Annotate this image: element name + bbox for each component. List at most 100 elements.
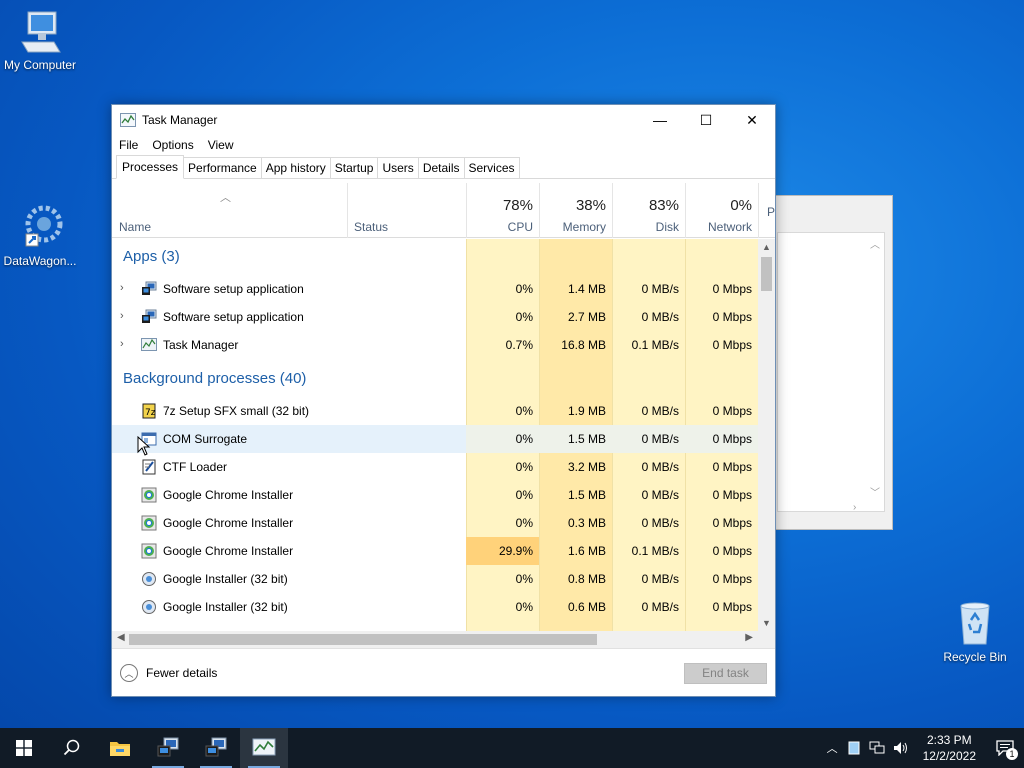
chevron-right-icon[interactable]: › xyxy=(120,282,124,294)
cell-network: 0 Mbps xyxy=(712,310,752,324)
title-bar[interactable]: Task Manager — ☐ ✕ xyxy=(112,105,775,135)
fewer-details-label: Fewer details xyxy=(146,666,218,680)
cell-disk: 0.1 MB/s xyxy=(631,544,679,558)
tab-users[interactable]: Users xyxy=(377,157,419,178)
process-name: 7z Setup SFX small (32 bit) xyxy=(163,404,310,418)
clock[interactable]: 2:33 PM 12/2/2022 xyxy=(923,732,976,764)
scroll-down-icon[interactable]: ﹀ xyxy=(870,484,880,499)
taskbar-task-manager[interactable] xyxy=(240,728,288,768)
tab-services[interactable]: Services xyxy=(463,157,520,178)
menu-bar: File Options View xyxy=(112,135,775,155)
desktop-icon-my-computer[interactable]: My Computer xyxy=(0,8,80,72)
table-row[interactable]: Google Chrome Installer 0% 1.5 MB 0 MB/s 0 M… xyxy=(112,481,758,509)
tab-processes[interactable]: Processes xyxy=(116,155,185,179)
cell-cpu: 0% xyxy=(515,572,533,586)
process-icon xyxy=(141,459,157,475)
show-hidden-icons-icon[interactable]: ︿ xyxy=(827,740,838,756)
column-header-name[interactable]: ︿ Name xyxy=(112,183,347,238)
scroll-right-icon[interactable]: ▶ xyxy=(745,632,753,643)
window-title: Task Manager xyxy=(142,113,218,127)
volume-icon[interactable] xyxy=(893,741,909,755)
cell-cpu: 0% xyxy=(515,600,533,614)
table-row[interactable]: › Task Manager 0.7% 16.8 MB 0.1 MB/s 0 Mbps xyxy=(112,331,758,359)
footer: ︿ Fewer details End task xyxy=(112,648,775,696)
vertical-scrollbar[interactable]: ▲ ▼ xyxy=(758,239,775,631)
start-button[interactable] xyxy=(0,728,48,768)
search-button[interactable] xyxy=(48,728,96,768)
maximize-button[interactable]: ☐ xyxy=(683,105,729,135)
menu-options[interactable]: Options xyxy=(152,138,193,152)
taskbar-setup-app-2[interactable] xyxy=(192,728,240,768)
column-header-cpu[interactable]: 78% CPU xyxy=(466,183,539,238)
cell-cpu: 0% xyxy=(515,460,533,474)
process-icon xyxy=(141,281,157,297)
table-row[interactable]: › Software setup application 0% 2.7 MB 0 MB/… xyxy=(112,303,758,331)
tablet-icon[interactable] xyxy=(847,741,861,755)
process-name: Software setup application xyxy=(163,310,304,324)
menu-view[interactable]: View xyxy=(208,138,234,152)
group-apps[interactable]: Apps (3) xyxy=(112,239,758,275)
cell-disk: 0 MB/s xyxy=(641,572,679,586)
chevron-right-icon[interactable]: › xyxy=(120,310,124,322)
table-row[interactable]: CTF Loader 0% 3.2 MB 0 MB/s 0 Mbps xyxy=(112,453,758,481)
menu-file[interactable]: File xyxy=(119,138,138,152)
tab-startup[interactable]: Startup xyxy=(329,157,379,178)
process-icon: 7z xyxy=(141,403,157,419)
cell-memory: 3.2 MB xyxy=(567,460,606,474)
scroll-down-icon[interactable]: ▼ xyxy=(758,618,775,628)
table-row[interactable]: Google Chrome Installer 0% 0.3 MB 0 MB/s 0 M… xyxy=(112,509,758,537)
scroll-right-icon[interactable]: › xyxy=(853,502,856,513)
close-button[interactable]: ✕ xyxy=(729,105,775,135)
background-window[interactable]: ︿ ﹀ › xyxy=(772,195,893,530)
task-manager-icon xyxy=(120,113,136,127)
cell-memory: 0.3 MB xyxy=(567,516,606,530)
column-header-status[interactable]: Status xyxy=(347,183,466,238)
column-header-network[interactable]: 0% Network xyxy=(685,183,758,238)
desktop-icon-recycle-bin[interactable]: Recycle Bin xyxy=(935,600,1015,664)
horizontal-scrollbar[interactable]: ◀ ▶ xyxy=(112,631,758,648)
search-icon xyxy=(63,739,80,756)
taskbar-setup-app-1[interactable] xyxy=(144,728,192,768)
tab-app-history[interactable]: App history xyxy=(260,157,331,178)
process-icon xyxy=(141,515,157,531)
cell-cpu: 0% xyxy=(515,516,533,530)
fewer-details-button[interactable]: ︿ Fewer details xyxy=(120,664,217,682)
scroll-left-icon[interactable]: ◀ xyxy=(117,632,125,643)
system-tray: ︿ 2:33 PM 12/2/2022 1 xyxy=(822,728,1024,768)
table-row[interactable]: › Software setup application 0% 1.4 MB 0 MB/… xyxy=(112,275,758,303)
table-row[interactable]: Google Installer (32 bit) 0% 0.6 MB 0 MB/s 0… xyxy=(112,593,758,621)
scroll-up-icon[interactable]: ︿ xyxy=(870,236,880,251)
cell-cpu: 29.9% xyxy=(466,537,539,565)
scroll-up-icon[interactable]: ▲ xyxy=(758,242,775,252)
taskbar-file-explorer[interactable] xyxy=(96,728,144,768)
scroll-thumb[interactable] xyxy=(761,257,772,291)
process-icon xyxy=(141,571,157,587)
desktop-icon-datawagon[interactable]: DataWagon... xyxy=(0,204,80,268)
table-row[interactable]: Google Installer (32 bit) 0% 0.8 MB 0 MB/s 0… xyxy=(112,565,758,593)
end-task-button[interactable]: End task xyxy=(684,663,767,684)
cell-disk: 0 MB/s xyxy=(612,425,685,453)
cell-network: 0 Mbps xyxy=(712,516,752,530)
task-manager-window[interactable]: Task Manager — ☐ ✕ File Options View Pro… xyxy=(111,104,776,697)
table-row[interactable]: COM Surrogate 0% 1.5 MB 0 MB/s 0 Mbps xyxy=(112,425,758,453)
minimize-button[interactable]: — xyxy=(637,105,683,135)
process-icon xyxy=(141,599,157,615)
cell-cpu: 0% xyxy=(515,282,533,296)
scroll-thumb[interactable] xyxy=(129,634,597,645)
notifications-button[interactable]: 1 xyxy=(990,728,1020,768)
column-header-disk[interactable]: 83% Disk xyxy=(612,183,685,238)
table-row[interactable]: 7z 7z Setup SFX small (32 bit) 0% 1.9 MB 0 M… xyxy=(112,397,758,425)
chevron-right-icon[interactable]: › xyxy=(120,338,124,350)
recycle-bin-icon xyxy=(951,600,999,648)
svg-text:7z: 7z xyxy=(145,408,156,418)
cell-memory: 1.9 MB xyxy=(567,404,606,418)
network-icon[interactable] xyxy=(869,741,885,755)
table-row[interactable]: Google Chrome Installer 29.9% 1.6 MB 0.1 MB… xyxy=(112,537,758,565)
cell-cpu: 0% xyxy=(515,310,533,324)
tab-details[interactable]: Details xyxy=(417,157,465,178)
cell-cpu: 0.7% xyxy=(505,338,533,352)
column-header-memory[interactable]: 38% Memory xyxy=(539,183,612,238)
column-header-power[interactable]: P xyxy=(758,183,778,238)
group-background-processes[interactable]: Background processes (40) xyxy=(112,361,758,397)
tab-performance[interactable]: Performance xyxy=(183,157,262,178)
